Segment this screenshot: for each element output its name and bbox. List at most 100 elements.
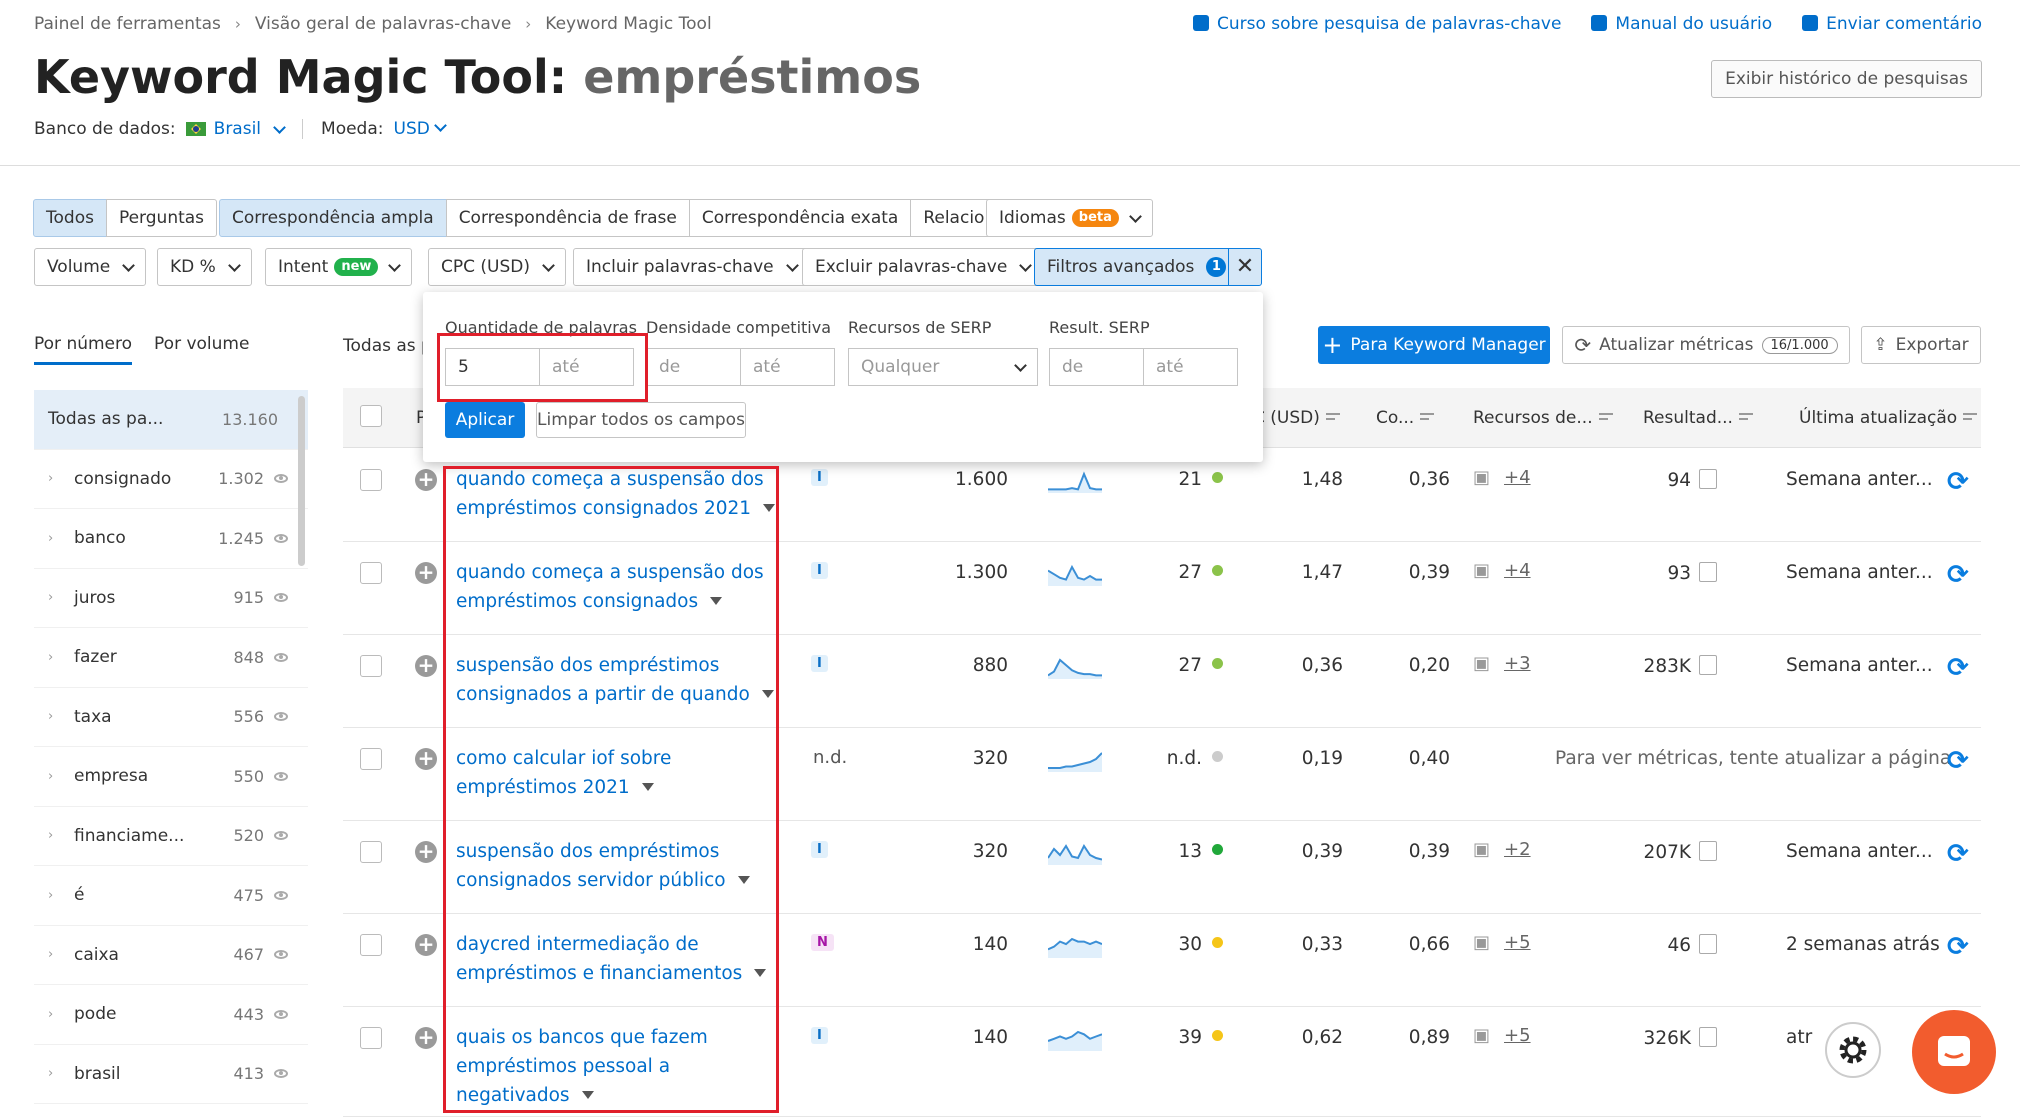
serp-features-more-link[interactable]: +4: [1504, 560, 1531, 581]
cpc-filter[interactable]: CPC (USD): [428, 248, 566, 286]
eye-icon[interactable]: [274, 831, 288, 841]
breadcrumb-item-dashboard[interactable]: Painel de ferramentas: [34, 14, 221, 34]
kd-filter[interactable]: KD %: [157, 248, 252, 286]
clear-all-button[interactable]: Limpar todos os campos: [536, 402, 746, 438]
chevron-right-icon[interactable]: ›: [48, 1066, 58, 1081]
volume-filter[interactable]: Volume: [34, 248, 147, 286]
serp-features-more-link[interactable]: +5: [1504, 932, 1531, 953]
eye-icon[interactable]: [274, 652, 288, 662]
course-link[interactable]: Curso sobre pesquisa de palavras-chave: [1193, 14, 1561, 34]
intent-filter[interactable]: Intent new: [265, 248, 413, 286]
serp-features-more-link[interactable]: +5: [1504, 1025, 1531, 1046]
sidebar-item[interactable]: › é 475: [34, 866, 308, 926]
export-button[interactable]: ⇪ Exportar: [1861, 326, 1981, 364]
sidebar-item[interactable]: › banco 1.245: [34, 509, 308, 569]
eye-icon[interactable]: [274, 593, 288, 603]
add-to-list-plus-icon[interactable]: +: [415, 562, 437, 584]
serp-features-more-link[interactable]: +2: [1504, 839, 1531, 860]
chevron-right-icon[interactable]: ›: [48, 888, 58, 903]
manual-link[interactable]: Manual do usuário: [1591, 14, 1772, 34]
sidebar-item[interactable]: › financiame... 520: [34, 807, 308, 866]
tab-broad-match[interactable]: Correspondência ampla: [219, 199, 447, 237]
serp-features-more-link[interactable]: +4: [1504, 467, 1531, 488]
row-checkbox[interactable]: [360, 934, 382, 956]
sidebar-item[interactable]: › consignado 1.302: [34, 450, 308, 509]
add-to-list-plus-icon[interactable]: +: [415, 655, 437, 677]
density-to-input[interactable]: até: [740, 348, 835, 386]
chevron-right-icon[interactable]: ›: [48, 769, 58, 784]
row-checkbox[interactable]: [360, 655, 382, 677]
chevron-right-icon[interactable]: ›: [48, 590, 58, 605]
eye-icon[interactable]: [274, 890, 288, 900]
row-checkbox[interactable]: [360, 469, 382, 491]
settings-gear-icon[interactable]: [1825, 1022, 1881, 1078]
feedback-link[interactable]: Enviar comentário: [1802, 14, 1982, 34]
tab-all[interactable]: Todos: [33, 199, 107, 237]
serp-features-more-link[interactable]: +3: [1504, 653, 1531, 674]
tab-phrase-match[interactable]: Correspondência de frase: [445, 199, 690, 237]
chevron-right-icon[interactable]: ›: [48, 947, 58, 962]
eye-icon[interactable]: [274, 533, 288, 543]
tab-by-number[interactable]: Por número: [34, 334, 133, 365]
chevron-right-icon[interactable]: ›: [48, 471, 58, 486]
add-to-list-plus-icon[interactable]: +: [415, 841, 437, 863]
tab-questions[interactable]: Perguntas: [105, 199, 218, 237]
row-checkbox[interactable]: [360, 562, 382, 584]
sidebar-item[interactable]: › pode 443: [34, 985, 308, 1045]
sidebar-item[interactable]: › empresa 550: [34, 747, 308, 807]
eye-icon[interactable]: [274, 771, 288, 781]
exclude-keywords-filter[interactable]: Excluir palavras-chave: [802, 248, 1044, 286]
chevron-right-icon[interactable]: ›: [48, 709, 58, 724]
search-history-button[interactable]: Exibir histórico de pesquisas: [1711, 60, 1982, 98]
add-to-list-plus-icon[interactable]: +: [415, 1027, 437, 1049]
tab-by-volume[interactable]: Por volume: [154, 334, 249, 365]
refresh-icon[interactable]: ⟳: [1947, 932, 1969, 962]
refresh-icon[interactable]: ⟳: [1947, 653, 1969, 683]
serp-results-from-input[interactable]: de: [1049, 348, 1144, 386]
refresh-icon[interactable]: ⟳: [1947, 467, 1969, 497]
advanced-filters-button[interactable]: Filtros avançados 1: [1034, 248, 1246, 286]
row-checkbox[interactable]: [360, 841, 382, 863]
column-header-results[interactable]: Resultad...: [1643, 408, 1753, 428]
sidebar-item-all[interactable]: Todas as pa... 13.160: [34, 390, 308, 450]
add-to-list-plus-icon[interactable]: +: [415, 469, 437, 491]
serp-snapshot-icon[interactable]: [1699, 841, 1717, 861]
breadcrumb-item-overview[interactable]: Visão geral de palavras-chave: [255, 14, 511, 34]
add-to-list-plus-icon[interactable]: +: [415, 748, 437, 770]
keyword-manager-button[interactable]: + Para Keyword Manager: [1318, 326, 1550, 364]
serp-snapshot-icon[interactable]: [1699, 562, 1717, 582]
sidebar-item[interactable]: › fazer 848: [34, 628, 308, 688]
density-from-input[interactable]: de: [646, 348, 741, 386]
include-keywords-filter[interactable]: Incluir palavras-chave: [573, 248, 810, 286]
column-header-cpc[interactable]: C (USD): [1253, 408, 1340, 428]
sidebar-item[interactable]: › brasil 413: [34, 1045, 308, 1104]
tab-exact-match[interactable]: Correspondência exata: [688, 199, 912, 237]
eye-icon[interactable]: [274, 474, 288, 484]
eye-icon[interactable]: [274, 1069, 288, 1079]
eye-icon[interactable]: [274, 1009, 288, 1019]
update-metrics-button[interactable]: ⟳ Atualizar métricas 16/1.000: [1562, 326, 1850, 364]
chevron-right-icon[interactable]: ›: [48, 531, 58, 546]
column-header-serp-features[interactable]: Recursos de...: [1473, 408, 1613, 428]
eye-icon[interactable]: [274, 950, 288, 960]
serp-results-to-input[interactable]: até: [1143, 348, 1238, 386]
database-selector[interactable]: Brasil: [185, 119, 286, 139]
sidebar-item[interactable]: › caixa 467: [34, 926, 308, 985]
serp-snapshot-icon[interactable]: [1699, 655, 1717, 675]
sidebar-item[interactable]: › juros 915: [34, 569, 308, 628]
eye-icon[interactable]: [274, 712, 288, 722]
serp-features-select[interactable]: Qualquer: [848, 348, 1038, 386]
column-header-last-update[interactable]: Última atualização: [1799, 408, 1978, 428]
sidebar-scrollbar[interactable]: [298, 396, 305, 566]
column-header-competition[interactable]: Co...: [1376, 408, 1435, 428]
currency-selector[interactable]: USD: [394, 119, 447, 139]
apply-button[interactable]: Aplicar: [445, 402, 525, 438]
sidebar-item[interactable]: › taxa 556: [34, 688, 308, 747]
refresh-icon[interactable]: ⟳: [1947, 746, 1969, 776]
chevron-right-icon[interactable]: ›: [48, 1007, 58, 1022]
chevron-right-icon[interactable]: ›: [48, 828, 58, 843]
chat-support-icon[interactable]: [1912, 1010, 1996, 1094]
row-checkbox[interactable]: [360, 748, 382, 770]
chevron-right-icon[interactable]: ›: [48, 650, 58, 665]
clear-advanced-filters-close-icon[interactable]: ✕: [1228, 248, 1262, 286]
